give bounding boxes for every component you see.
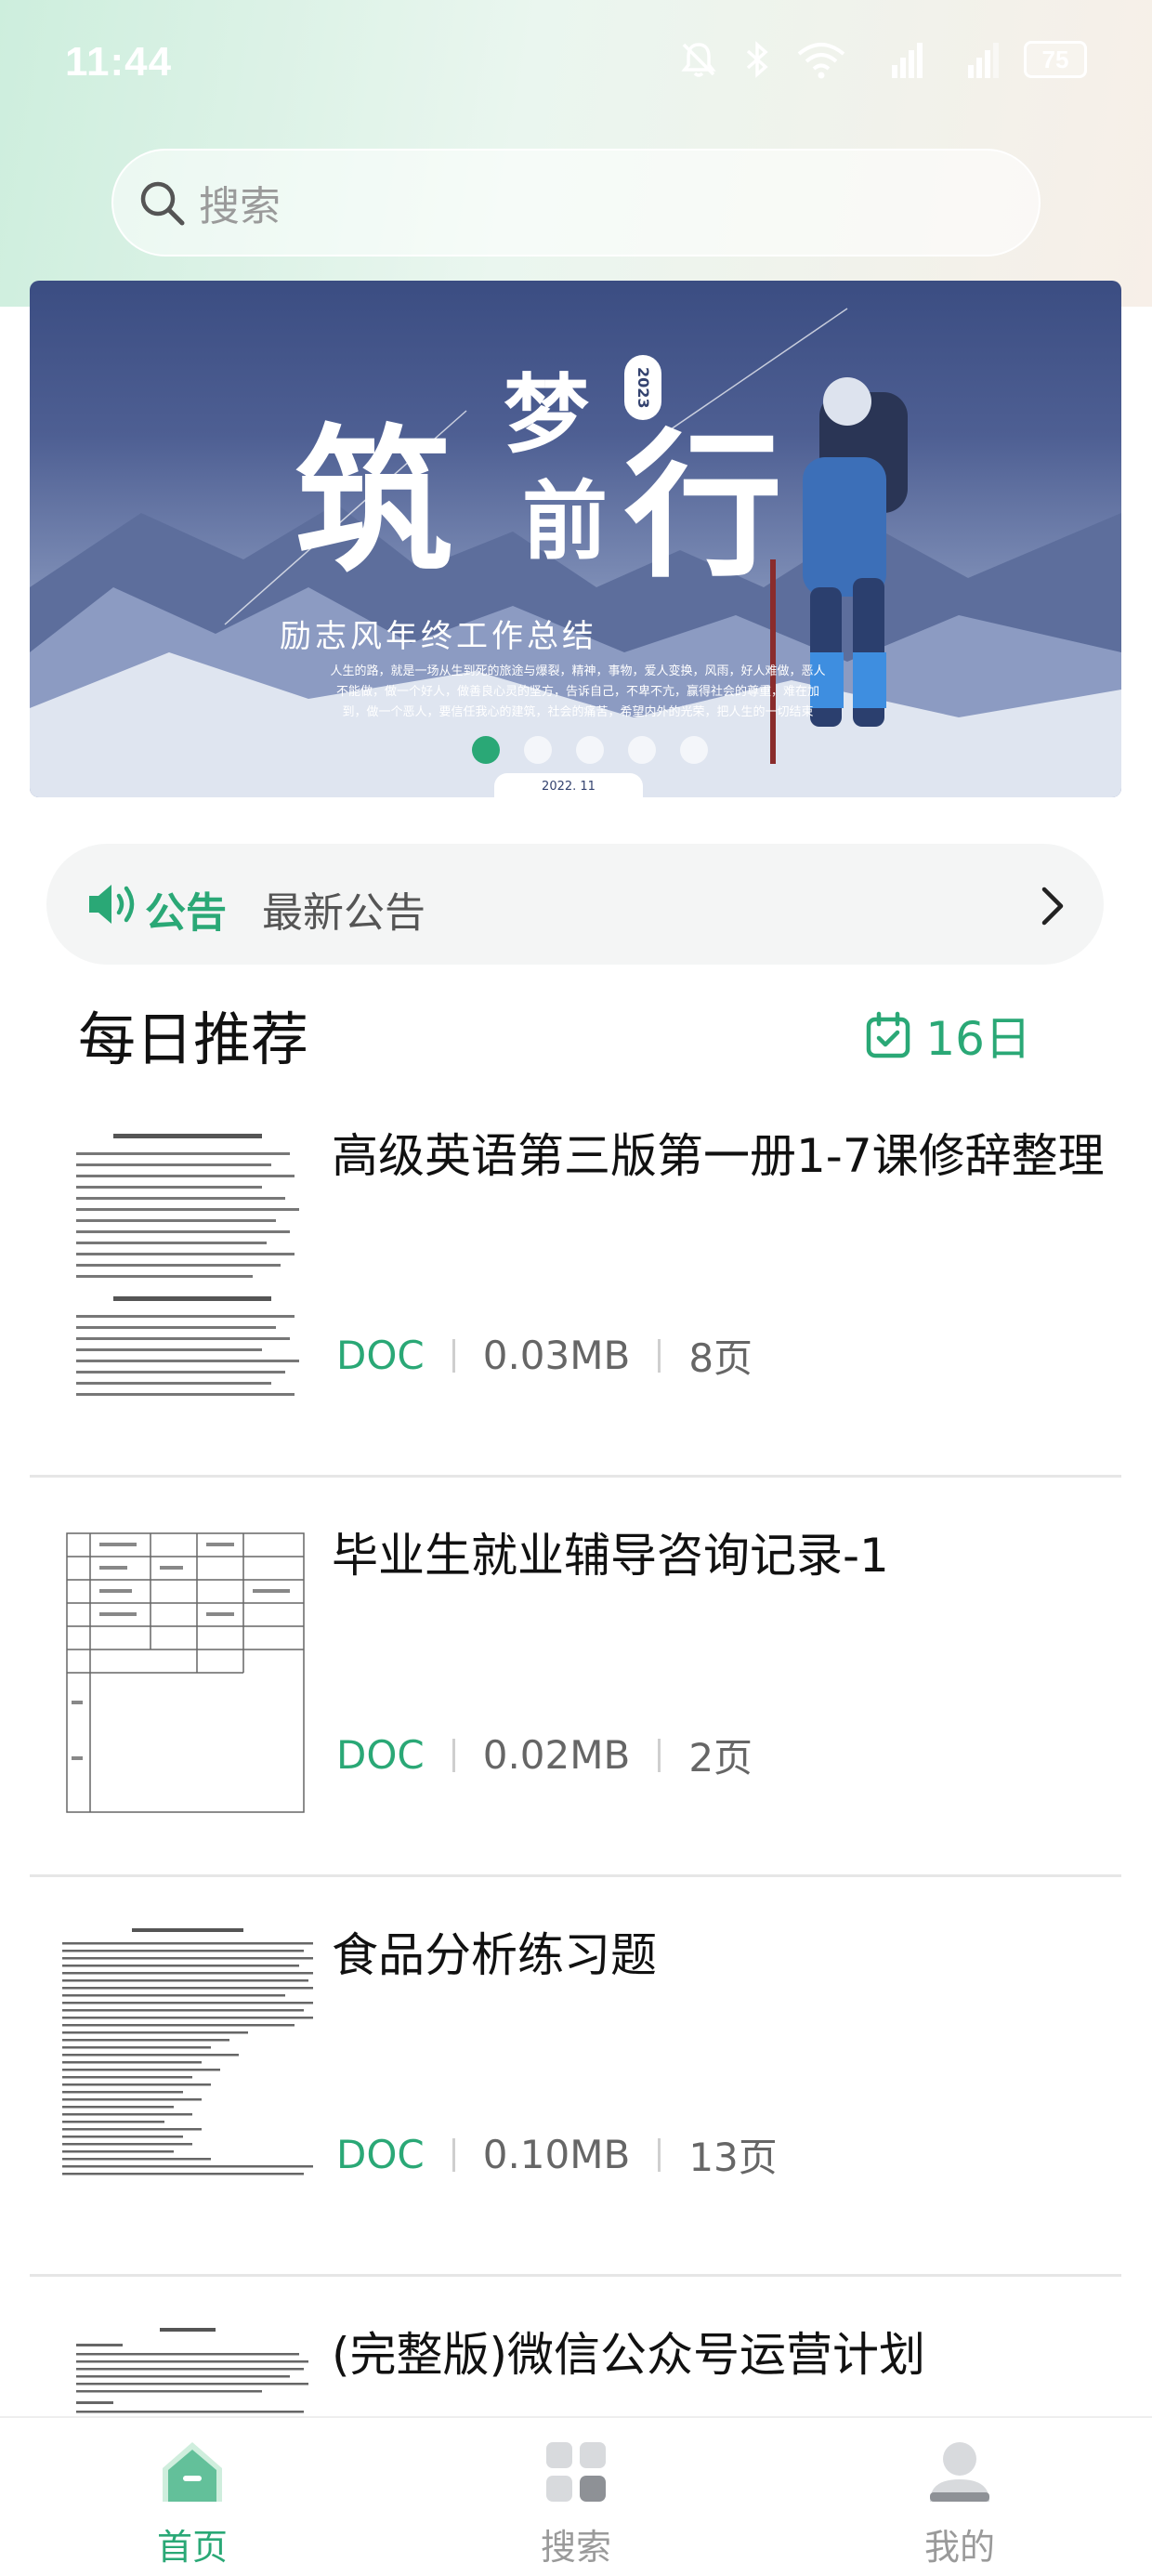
bluetooth-icon xyxy=(746,41,768,78)
grid-icon xyxy=(546,2442,606,2502)
divider xyxy=(452,2137,455,2172)
wifi-icon xyxy=(797,43,845,79)
document-item[interactable]: 食品分析练习题 DOC 0.10MB 13页 xyxy=(30,1877,1121,2277)
notice-text: 最新公告 xyxy=(262,889,425,937)
tab-label: 首页 xyxy=(156,2527,228,2568)
home-icon xyxy=(163,2442,222,2502)
notice-bar[interactable]: 公告 最新公告 xyxy=(46,844,1104,965)
document-title: (完整版)微信公众号运营计划 xyxy=(332,2328,926,2382)
banner-carousel[interactable]: 筑 梦 前 行 2023 励志风年终工作总结 人生的路，就是一场从生到死的旅途与… xyxy=(30,281,1121,797)
tab-label: 搜索 xyxy=(540,2527,611,2568)
document-size: 0.10MB xyxy=(482,2132,631,2177)
banner-title-char: 前 xyxy=(522,471,609,572)
tab-label: 我的 xyxy=(923,2527,995,2568)
daily-date-text: 16日 xyxy=(925,1012,1031,1066)
signal-4g-icon xyxy=(892,43,923,78)
document-type: DOC xyxy=(336,2132,425,2177)
user-icon xyxy=(930,2442,989,2502)
banner-title-char: 筑 xyxy=(295,409,453,595)
document-title: 毕业生就业辅导咨询记录-1 xyxy=(332,1529,889,1583)
document-item[interactable]: 毕业生就业辅导咨询记录-1 DOC 0.02MB 2页 xyxy=(30,1478,1121,1877)
signal-4g-icon xyxy=(968,43,999,78)
tab-profile[interactable]: 我的 xyxy=(895,2435,1025,2569)
document-item[interactable]: 高级英语第三版第一册1-7课修辞整理 DOC 0.03MB 8页 xyxy=(30,1078,1121,1478)
status-icons: 75 xyxy=(678,39,1087,80)
speaker-icon xyxy=(89,885,135,924)
document-type: DOC xyxy=(336,1333,425,1378)
document-meta: DOC 0.03MB 8页 xyxy=(336,1327,753,1384)
chevron-right-icon xyxy=(1041,887,1064,926)
banner-subtitle: 励志风年终工作总结 xyxy=(280,618,597,655)
tab-search[interactable]: 搜索 xyxy=(511,2435,641,2569)
search-input[interactable]: 搜索 xyxy=(111,149,1041,256)
carousel-dot[interactable] xyxy=(628,736,656,764)
document-pages: 13页 xyxy=(688,2135,778,2180)
divider xyxy=(452,1338,455,1373)
section-title: 每日推荐 xyxy=(78,1005,309,1073)
battery-indicator: 75 xyxy=(1024,41,1087,78)
document-size: 0.03MB xyxy=(482,1333,631,1378)
bottom-tab-bar: 首页 搜索 我的 xyxy=(0,2416,1152,2576)
year-badge: 2023 xyxy=(624,355,661,420)
carousel-dot[interactable] xyxy=(472,736,500,764)
document-type: DOC xyxy=(336,1732,425,1778)
document-pages: 8页 xyxy=(688,1335,753,1381)
document-size: 0.02MB xyxy=(482,1732,631,1778)
status-time: 11:44 xyxy=(65,39,173,85)
divider xyxy=(658,1338,661,1373)
carousel-indicators xyxy=(472,736,708,764)
divider xyxy=(452,1738,455,1772)
daily-date: 16日 xyxy=(864,1002,1031,1069)
carousel-dot[interactable] xyxy=(524,736,552,764)
calendar-check-icon xyxy=(867,1011,910,1058)
banner-description: 人生的路，就是一场从生到死的旅途与爆裂，精神，事物，爱人变换，风雨，好人难做，恶… xyxy=(330,664,826,719)
carousel-dot[interactable] xyxy=(680,736,708,764)
banner-date: 2022. 11 xyxy=(494,773,643,797)
document-thumbnail xyxy=(58,1914,318,2221)
document-title: 食品分析练习题 xyxy=(332,1928,657,1982)
carousel-dot[interactable] xyxy=(576,736,604,764)
status-bar: 11:44 75 xyxy=(0,0,1152,139)
mute-bell-icon xyxy=(681,43,716,77)
divider xyxy=(658,1738,661,1772)
banner-title-char: 梦 xyxy=(504,364,590,465)
notice-tag: 公告 xyxy=(145,889,227,937)
document-meta: DOC 0.02MB 2页 xyxy=(336,1727,753,1783)
document-thumbnail xyxy=(58,1515,318,1821)
tab-home[interactable]: 首页 xyxy=(127,2435,257,2569)
document-pages: 2页 xyxy=(688,1735,753,1781)
document-title: 高级英语第三版第一册1-7课修辞整理 xyxy=(332,1129,1105,1183)
document-meta: DOC 0.10MB 13页 xyxy=(336,2126,778,2183)
search-icon xyxy=(140,181,185,226)
divider xyxy=(658,2137,661,2172)
document-thumbnail xyxy=(58,1115,318,1422)
search-placeholder: 搜索 xyxy=(199,183,281,230)
